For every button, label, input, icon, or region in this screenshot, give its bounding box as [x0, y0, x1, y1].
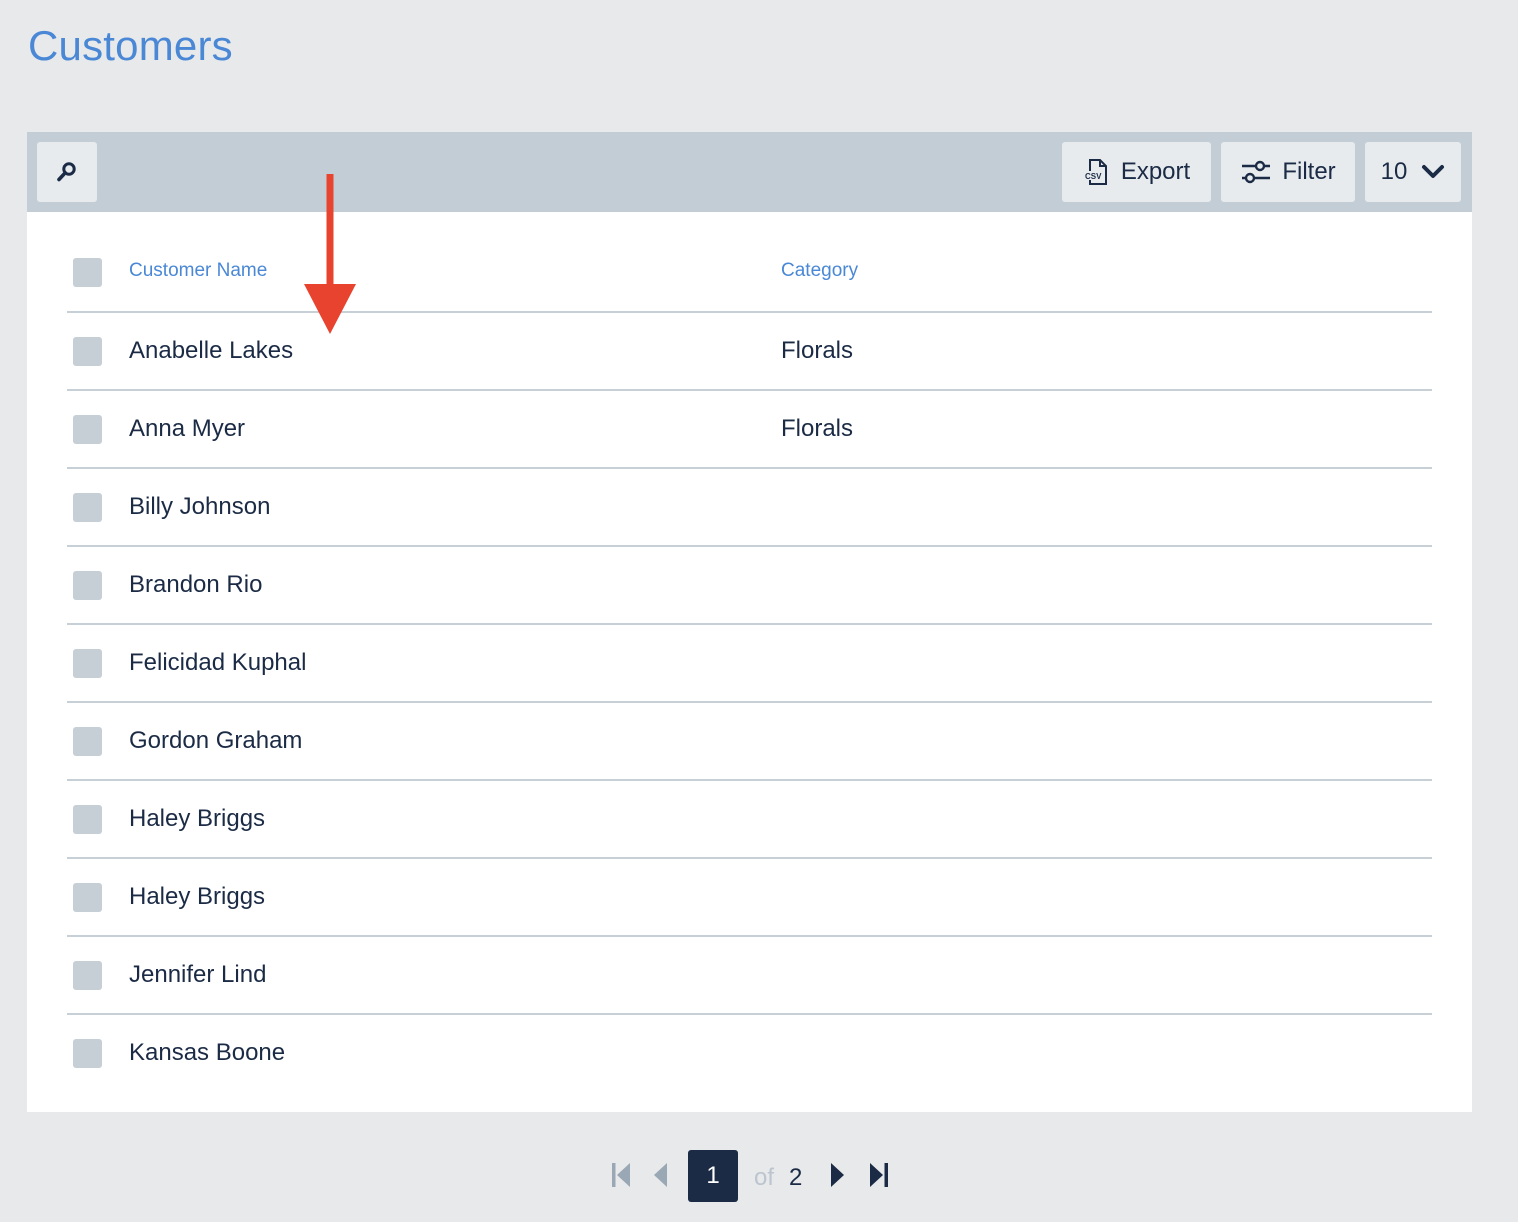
- column-header-category[interactable]: Category: [781, 260, 858, 282]
- table-toolbar: CSV Export Filter 10: [27, 132, 1472, 212]
- table-header-row: Customer Name Category: [67, 240, 1432, 313]
- row-checkbox[interactable]: [73, 337, 102, 366]
- column-header-customer-name[interactable]: Customer Name: [129, 260, 267, 282]
- export-button[interactable]: CSV Export: [1062, 142, 1211, 202]
- table-row[interactable]: Haley Briggs: [67, 781, 1432, 859]
- row-checkbox[interactable]: [73, 727, 102, 756]
- page-size-select[interactable]: 10: [1365, 142, 1461, 202]
- previous-page-icon[interactable]: [652, 1162, 668, 1188]
- category-cell: Florals: [781, 337, 854, 364]
- row-checkbox[interactable]: [73, 493, 102, 522]
- export-label: Export: [1120, 158, 1191, 185]
- search-button[interactable]: [37, 142, 97, 202]
- row-checkbox[interactable]: [73, 571, 102, 600]
- csv-file-icon: CSV: [1083, 158, 1109, 186]
- sliders-icon: [1240, 159, 1272, 185]
- svg-text:CSV: CSV: [1085, 172, 1102, 181]
- customer-name-cell: Brandon Rio: [129, 571, 263, 598]
- table-row[interactable]: Kansas Boone: [67, 1015, 1432, 1093]
- first-page-icon[interactable]: [610, 1162, 632, 1188]
- total-pages: 2: [789, 1164, 803, 1191]
- customer-name-cell: Anna Myer: [129, 415, 246, 442]
- page-of-label: of: [754, 1164, 775, 1191]
- table-body: Anabelle Lakes Florals Anna Myer Florals…: [67, 313, 1432, 1093]
- customer-name-cell: Felicidad Kuphal: [129, 649, 307, 676]
- row-checkbox[interactable]: [73, 883, 102, 912]
- customer-name-cell: Billy Johnson: [129, 493, 271, 520]
- page-size-value: 10: [1380, 158, 1408, 185]
- row-checkbox[interactable]: [73, 649, 102, 678]
- row-checkbox[interactable]: [73, 805, 102, 834]
- customer-name-cell: Haley Briggs: [129, 883, 266, 910]
- customer-name-cell: Gordon Graham: [129, 727, 303, 754]
- table-row[interactable]: Anabelle Lakes Florals: [67, 313, 1432, 391]
- select-all-checkbox[interactable]: [73, 258, 102, 287]
- table-row[interactable]: Felicidad Kuphal: [67, 625, 1432, 703]
- table-row[interactable]: Anna Myer Florals: [67, 391, 1432, 469]
- row-checkbox[interactable]: [73, 961, 102, 990]
- table-row[interactable]: Haley Briggs: [67, 859, 1432, 937]
- page-title: Customers: [28, 22, 233, 69]
- customer-name-cell: Kansas Boone: [129, 1039, 286, 1066]
- next-page-icon[interactable]: [830, 1162, 846, 1188]
- customer-name-cell: Anabelle Lakes: [129, 337, 294, 364]
- last-page-icon[interactable]: [868, 1162, 890, 1188]
- current-page[interactable]: 1: [688, 1150, 738, 1202]
- customer-name-cell: Jennifer Lind: [129, 961, 267, 988]
- table-row[interactable]: Jennifer Lind: [67, 937, 1432, 1015]
- customer-name-cell: Haley Briggs: [129, 805, 266, 832]
- filter-label: Filter: [1282, 158, 1336, 185]
- customers-table-panel: CSV Export Filter 10 Customer Name Categ…: [27, 132, 1472, 1112]
- search-icon: [55, 160, 79, 184]
- table-row[interactable]: Brandon Rio: [67, 547, 1432, 625]
- table-row[interactable]: Gordon Graham: [67, 703, 1432, 781]
- row-checkbox[interactable]: [73, 1039, 102, 1068]
- filter-button[interactable]: Filter: [1221, 142, 1355, 202]
- table-row[interactable]: Billy Johnson: [67, 469, 1432, 547]
- chevron-down-icon: [1421, 164, 1445, 180]
- row-checkbox[interactable]: [73, 415, 102, 444]
- category-cell: Florals: [781, 415, 854, 442]
- pagination: 1 of 2: [0, 1150, 1518, 1202]
